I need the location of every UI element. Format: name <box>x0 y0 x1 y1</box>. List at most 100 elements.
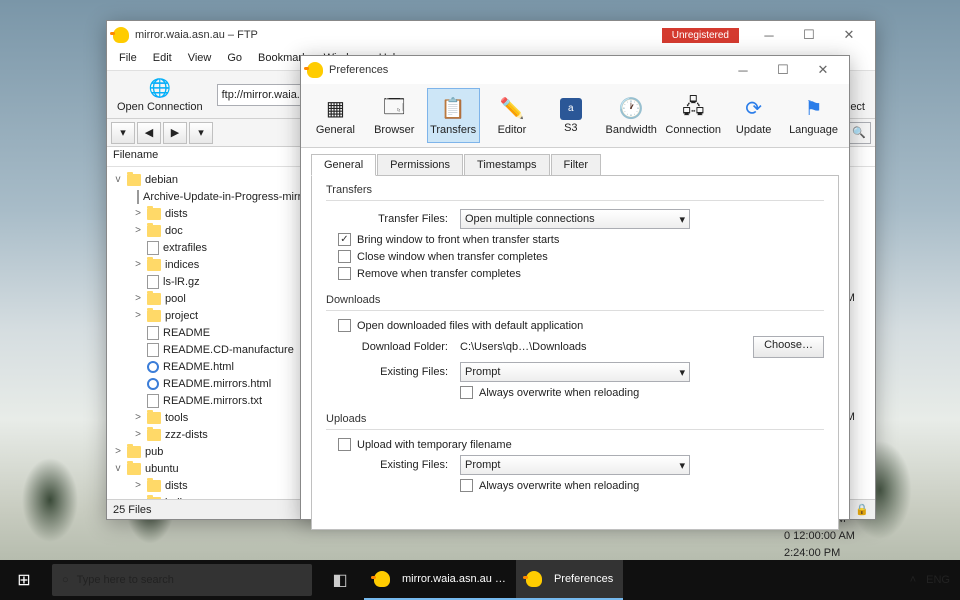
tree-item[interactable]: ls-lR.gz <box>111 273 303 290</box>
nav-back[interactable]: ◀ <box>137 122 161 144</box>
update-icon: ⟳ <box>741 96 767 122</box>
cat-editor[interactable]: ✏️Editor <box>486 88 539 143</box>
ul-overwrite-checkbox[interactable] <box>460 479 473 492</box>
tab-permissions[interactable]: Permissions <box>377 154 463 175</box>
tree-item[interactable]: >dists <box>111 477 303 494</box>
expand-icon[interactable]: v <box>113 174 123 185</box>
tree-item[interactable]: extrafiles <box>111 239 303 256</box>
s3-icon: a <box>560 98 582 120</box>
expand-icon[interactable]: > <box>133 429 143 440</box>
cat-transfers[interactable]: 📋Transfers <box>427 88 480 143</box>
expand-icon[interactable]: > <box>133 293 143 304</box>
menu-view[interactable]: View <box>180 49 220 70</box>
item-label: pub <box>145 446 163 458</box>
app-icon <box>113 27 129 43</box>
pref-tabs: General Permissions Timestamps Filter <box>301 148 849 175</box>
titlebar[interactable]: mirror.waia.asn.au – FTP Unregistered ─ … <box>107 21 875 49</box>
tree-item[interactable]: >doc <box>111 222 303 239</box>
system-tray[interactable]: ˄ ENG <box>900 574 960 586</box>
open-default-checkbox[interactable] <box>338 319 351 332</box>
expand-icon[interactable]: > <box>113 446 123 457</box>
choose-button[interactable]: Choose… <box>753 336 824 358</box>
transfers-icon: 📋 <box>440 96 466 122</box>
temp-filename-checkbox[interactable] <box>338 438 351 451</box>
item-label: pool <box>165 293 186 305</box>
cat-update[interactable]: ⟳Update <box>727 88 780 143</box>
pref-minimize-button[interactable]: ─ <box>723 57 763 83</box>
tree-item[interactable]: >indices <box>111 256 303 273</box>
folder-icon <box>147 225 161 237</box>
transfer-files-select[interactable]: Open multiple connections▾ <box>460 209 690 229</box>
expand-icon[interactable]: v <box>113 463 123 474</box>
folder-icon <box>147 429 161 441</box>
tab-timestamps[interactable]: Timestamps <box>464 154 550 175</box>
taskbar-search[interactable]: ○Type here to search <box>52 564 312 596</box>
menu-edit[interactable]: Edit <box>145 49 180 70</box>
close-complete-checkbox[interactable] <box>338 250 351 263</box>
nav-up[interactable]: ▾ <box>189 122 213 144</box>
tree-item[interactable]: README.mirrors.txt <box>111 392 303 409</box>
pref-close-button[interactable]: ✕ <box>803 57 843 83</box>
tree-item[interactable]: vubuntu <box>111 460 303 477</box>
tray-chevron-icon[interactable]: ˄ <box>910 574 916 586</box>
expand-icon[interactable]: > <box>133 208 143 219</box>
nav-dropdown[interactable]: ▾ <box>111 122 135 144</box>
menu-file[interactable]: File <box>111 49 145 70</box>
expand-icon[interactable]: > <box>133 310 143 321</box>
nav-forward[interactable]: ▶ <box>163 122 187 144</box>
item-label: ls-lR.gz <box>163 276 200 288</box>
tree-item[interactable]: README.html <box>111 358 303 375</box>
chevron-down-icon: ▾ <box>679 366 685 379</box>
tree-item[interactable]: > project <box>111 307 303 324</box>
expand-icon[interactable]: > <box>133 480 143 491</box>
file-tree: vdebianArchive-Update-in-Progress-mirror… <box>107 169 307 499</box>
tree-item[interactable]: > pub <box>111 443 303 460</box>
start-button[interactable]: ⊞ <box>0 560 48 600</box>
tab-filter[interactable]: Filter <box>551 154 601 175</box>
tree-item[interactable]: > zzz-dists <box>111 426 303 443</box>
expand-icon[interactable]: > <box>133 412 143 423</box>
bring-front-checkbox[interactable]: ✓ <box>338 233 351 246</box>
cat-connection[interactable]: 🖧Connection <box>665 88 721 143</box>
cat-s3[interactable]: aS3 <box>544 88 597 143</box>
maximize-button[interactable]: ☐ <box>789 22 829 48</box>
app-icon <box>307 62 323 78</box>
tree-item[interactable]: vdebian <box>111 171 303 188</box>
tree-item[interactable]: Archive-Update-in-Progress-mirror.w <box>111 188 303 205</box>
tree-item[interactable]: > tools <box>111 409 303 426</box>
item-label: project <box>165 310 198 322</box>
task-view-button[interactable]: ◧ <box>316 560 364 600</box>
tree-item[interactable]: README <box>111 324 303 341</box>
browser-icon: 🗔 <box>381 96 407 122</box>
expand-icon[interactable]: > <box>133 225 143 236</box>
cat-browser[interactable]: 🗔Browser <box>368 88 421 143</box>
item-label: zzz-dists <box>165 429 208 441</box>
taskbar-item-ftp[interactable]: mirror.waia.asn.au … <box>364 560 516 600</box>
dl-overwrite-checkbox[interactable] <box>460 386 473 399</box>
close-button[interactable]: ✕ <box>829 22 869 48</box>
tree-item[interactable]: > pool <box>111 290 303 307</box>
cat-bandwidth[interactable]: 🕐Bandwidth <box>603 88 659 143</box>
expand-icon[interactable]: > <box>133 259 143 270</box>
group-uploads: Uploads Upload with temporary filename E… <box>326 413 824 492</box>
item-label: README.CD-manufacture <box>163 344 294 356</box>
menu-go[interactable]: Go <box>219 49 250 70</box>
tree-item[interactable]: >dists <box>111 205 303 222</box>
dl-existing-select[interactable]: Prompt▾ <box>460 362 690 382</box>
pref-titlebar[interactable]: Preferences ─ ☐ ✕ <box>301 56 849 84</box>
item-label: tools <box>165 412 188 424</box>
taskbar-item-preferences[interactable]: Preferences <box>516 560 623 600</box>
language-indicator[interactable]: ENG <box>926 574 950 586</box>
ul-existing-select[interactable]: Prompt▾ <box>460 455 690 475</box>
file-icon <box>147 241 159 255</box>
open-connection-button[interactable]: 🌐 Open Connection <box>111 75 209 115</box>
tab-general[interactable]: General <box>311 154 376 176</box>
tree-item[interactable]: README.CD-manufacture <box>111 341 303 358</box>
minimize-button[interactable]: ─ <box>749 22 789 48</box>
remove-complete-checkbox[interactable] <box>338 267 351 280</box>
cat-language[interactable]: ⚑Language <box>786 88 841 143</box>
tree-item[interactable]: README.mirrors.html <box>111 375 303 392</box>
language-icon: ⚑ <box>801 96 827 122</box>
pref-maximize-button[interactable]: ☐ <box>763 57 803 83</box>
cat-general[interactable]: ▦General <box>309 88 362 143</box>
